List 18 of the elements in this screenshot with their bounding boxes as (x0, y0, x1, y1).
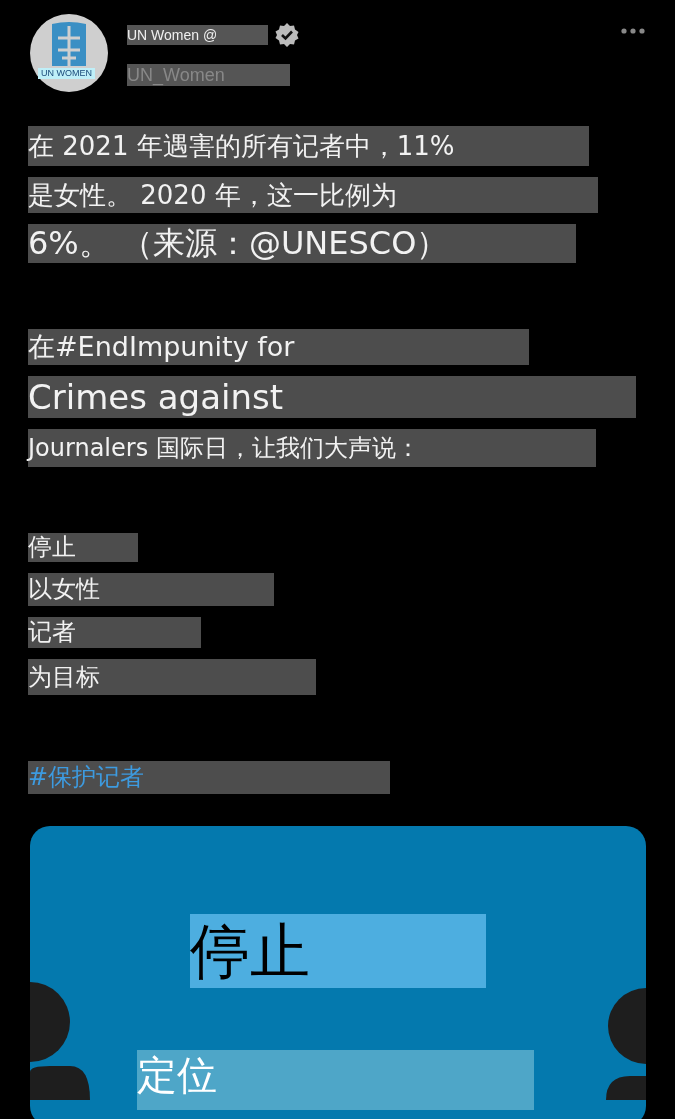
image-headline: 停止 (190, 914, 486, 988)
logo-icon (50, 22, 88, 68)
author-name[interactable]: UN Women @ (127, 25, 268, 45)
post-text: 停止 (28, 533, 138, 562)
post-text: 6%。 （来源：@UNESCO） (28, 224, 576, 263)
logo-text: UN WOMEN (38, 68, 95, 79)
post-text: 为目标 (28, 659, 316, 695)
post-image[interactable]: 停止 定位 (30, 826, 646, 1119)
avatar[interactable]: UN WOMEN (30, 14, 108, 92)
post-text: 以女性 (28, 573, 274, 606)
post-text: 在#EndImpunity for (28, 329, 529, 365)
post-text: 记者 (28, 617, 201, 648)
post-text: Crimes against (28, 376, 636, 418)
more-icon[interactable] (621, 28, 645, 34)
image-subline: 定位 (137, 1050, 534, 1110)
post-text: 在 2021 年遇害的所有记者中，11% (28, 126, 589, 166)
post-text: 是女性。 2020 年，这一比例为 (28, 177, 598, 213)
post-text: Journalers 国际日，让我们大声说： (28, 429, 596, 467)
